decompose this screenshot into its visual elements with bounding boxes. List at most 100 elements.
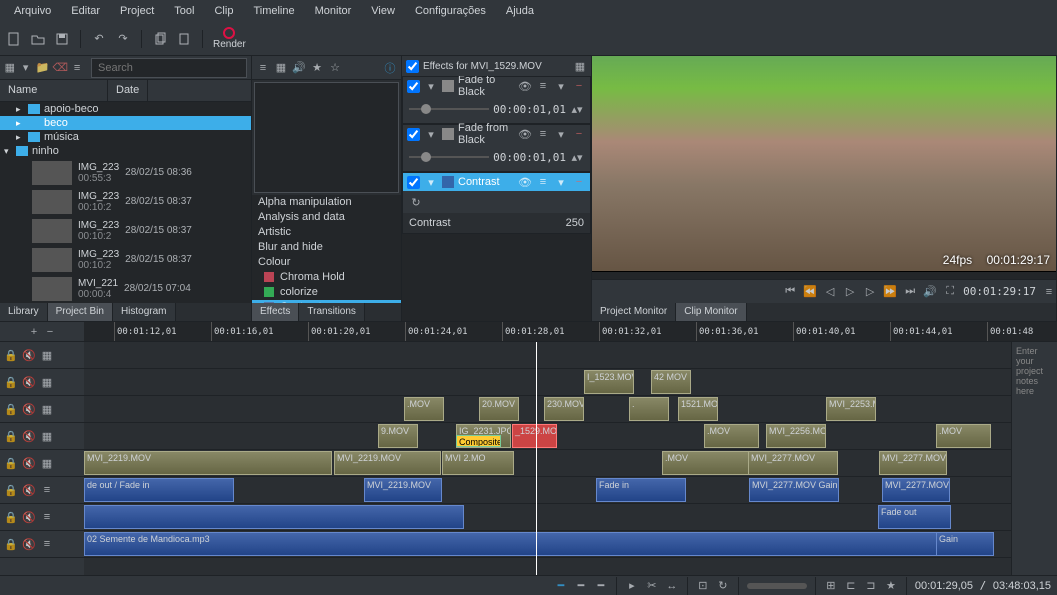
video-icon[interactable]: ▦ [274,61,288,75]
monitor-scrub[interactable] [592,271,1056,279]
tab-project-bin[interactable]: Project Bin [48,303,113,321]
track-header[interactable]: 🔒🔇≡ [0,531,84,558]
volume-icon[interactable]: 🔊 [923,285,937,299]
timeline-clip[interactable]: 1521.MOV [678,397,718,421]
track-type-icon[interactable]: ▦ [40,429,54,443]
timeline-clip[interactable]: . [629,397,669,421]
transition-clip[interactable]: Composite [456,435,501,447]
track-type-icon[interactable]: ≡ [40,510,54,524]
track-lane[interactable]: Fade out [84,504,1057,531]
track-lane[interactable]: MVI_2219.MOVMVI_2219.MOVMVI 2.MO.MOVMVI_… [84,450,1057,477]
timeline-clip[interactable]: .MOV [936,424,991,448]
lock-icon[interactable]: 🔒 [4,429,18,443]
tab-clip-monitor[interactable]: Clip Monitor [676,303,746,321]
stack-enable[interactable] [406,60,419,73]
mark-in-icon[interactable]: ⊏ [844,579,858,593]
star-outline-icon[interactable]: ☆ [328,61,342,75]
tree-icon[interactable]: ≡ [256,61,270,75]
info-icon[interactable]: ⓘ [383,61,397,75]
clip-item[interactable]: IMG_22300:10:228/02/15 08:37 [0,245,251,274]
track-lane[interactable]: I_1523.MOV42 MOV [84,369,1057,396]
effects-search[interactable] [254,82,399,193]
hamburger-icon[interactable]: ≡ [71,61,83,75]
timeline-clip[interactable]: .MOV [704,424,759,448]
timeline-clip[interactable]: MVI_2256.MOV [766,424,826,448]
effect-category[interactable]: Analysis and data [252,210,401,225]
lock-icon[interactable]: 🔒 [4,348,18,362]
add-clip-icon[interactable]: ▦ [4,61,16,75]
select-tool-icon[interactable]: ▸ [625,579,639,593]
project-tree[interactable]: ▸apoio-beco ▸beco ▸música ▾ninho IMG_223… [0,102,251,303]
folder-ninho[interactable]: ninho [32,145,59,157]
zoom-out-icon[interactable]: − [43,325,57,339]
track-lane[interactable]: 02 Semente de Mandioca.mp3Gain [84,531,1057,558]
mute-icon[interactable]: 🔇 [22,375,36,389]
track-header[interactable]: 🔒🔇≡ [0,504,84,531]
track-header[interactable]: 🔒 🔇 ▦ [0,342,84,369]
lock-icon[interactable]: 🔒 [4,537,18,551]
copy-icon[interactable] [152,31,168,47]
menu-timeline[interactable]: Timeline [243,1,304,21]
step-back-icon[interactable]: ◁ [823,285,837,299]
delete-icon[interactable]: ⌫ [53,61,67,75]
effect-item[interactable]: colorize [252,285,401,300]
menu-arquivo[interactable]: Arquivo [4,1,61,21]
paste-icon[interactable] [176,31,192,47]
undo-icon[interactable]: ↶ [91,31,107,47]
clip-item[interactable]: IMG_22300:10:228/02/15 08:37 [0,216,251,245]
forward-end-icon[interactable]: ⏭ [903,285,917,299]
effect-item[interactable]: Chroma Hold [252,270,401,285]
timeline-clip[interactable]: MVI_2253.MOV [826,397,876,421]
timeline-clip[interactable]: Fade out [878,505,951,529]
col-date[interactable]: Date [108,80,148,101]
timeline-clip[interactable]: MVI_2219.MOV [364,478,442,502]
timeline-clip[interactable]: 02 Semente de Mandioca.mp3 [84,532,984,556]
mode2-icon[interactable]: ━ [574,579,588,593]
effect-category[interactable]: Artistic [252,225,401,240]
timeline-clip[interactable]: MVI_2277.MOV [879,451,947,475]
mute-icon[interactable]: 🔇 [22,510,36,524]
zoom-slider[interactable] [747,583,807,589]
menu-editar[interactable]: Editar [61,1,110,21]
lock-icon[interactable]: 🔒 [4,483,18,497]
track-type-icon[interactable]: ▦ [40,348,54,362]
menu-view[interactable]: View [361,1,405,21]
rewind-start-icon[interactable]: ⏮ [783,285,797,299]
track-lane[interactable]: 9.MOVIG_2231.JPG_1529.MOV.MOVMVI_2256.MO… [84,423,1057,450]
effect-instance[interactable]: ▾Fade from Black👁≡▾− [403,125,590,143]
track-header[interactable]: 🔒🔇≡ [0,477,84,504]
track-type-icon[interactable]: ▦ [40,375,54,389]
col-name[interactable]: Name [0,80,108,101]
lock-icon[interactable]: 🔒 [4,402,18,416]
playhead[interactable] [536,342,537,575]
razor-tool-icon[interactable]: ✂ [645,579,659,593]
scroll-icon[interactable]: ↻ [716,579,730,593]
effect-instance[interactable]: ▾Fade to Black👁≡▾− [403,77,590,95]
save-icon[interactable] [54,31,70,47]
timeline-clip[interactable] [84,505,464,529]
track-type-icon[interactable]: ≡ [40,483,54,497]
star-icon[interactable]: ★ [310,61,324,75]
redo-icon[interactable]: ↷ [115,31,131,47]
timeline-clip[interactable]: MVI_2219.MOV [84,451,332,475]
timeline-clip[interactable]: MVI_2277.MOV [748,451,838,475]
mute-icon[interactable]: 🔇 [22,348,36,362]
timeline-clip[interactable]: .MOV [662,451,758,475]
menu-project[interactable]: Project [110,1,164,21]
timeline-clip[interactable]: .MOV [404,397,444,421]
mode1-icon[interactable]: ━ [554,579,568,593]
folder-apoio[interactable]: apoio-beco [44,103,98,115]
track-header[interactable]: 🔒🔇▦ [0,450,84,477]
folder-musica[interactable]: música [44,131,79,143]
stack-menu-icon[interactable]: ▦ [573,59,587,73]
timeline-clip[interactable]: de out / Fade in [84,478,234,502]
track-type-icon[interactable]: ▦ [40,456,54,470]
timeline-clip[interactable]: 230.MOV [544,397,584,421]
menu-clip[interactable]: Clip [204,1,243,21]
effect-category[interactable]: Blur and hide [252,240,401,255]
timeline-clip[interactable]: MVI_2219.MOV [334,451,441,475]
effect-category[interactable]: Alpha manipulation [252,195,401,210]
menu-config[interactable]: Configurações [405,1,496,21]
open-icon[interactable] [30,31,46,47]
search-input[interactable] [91,58,247,78]
